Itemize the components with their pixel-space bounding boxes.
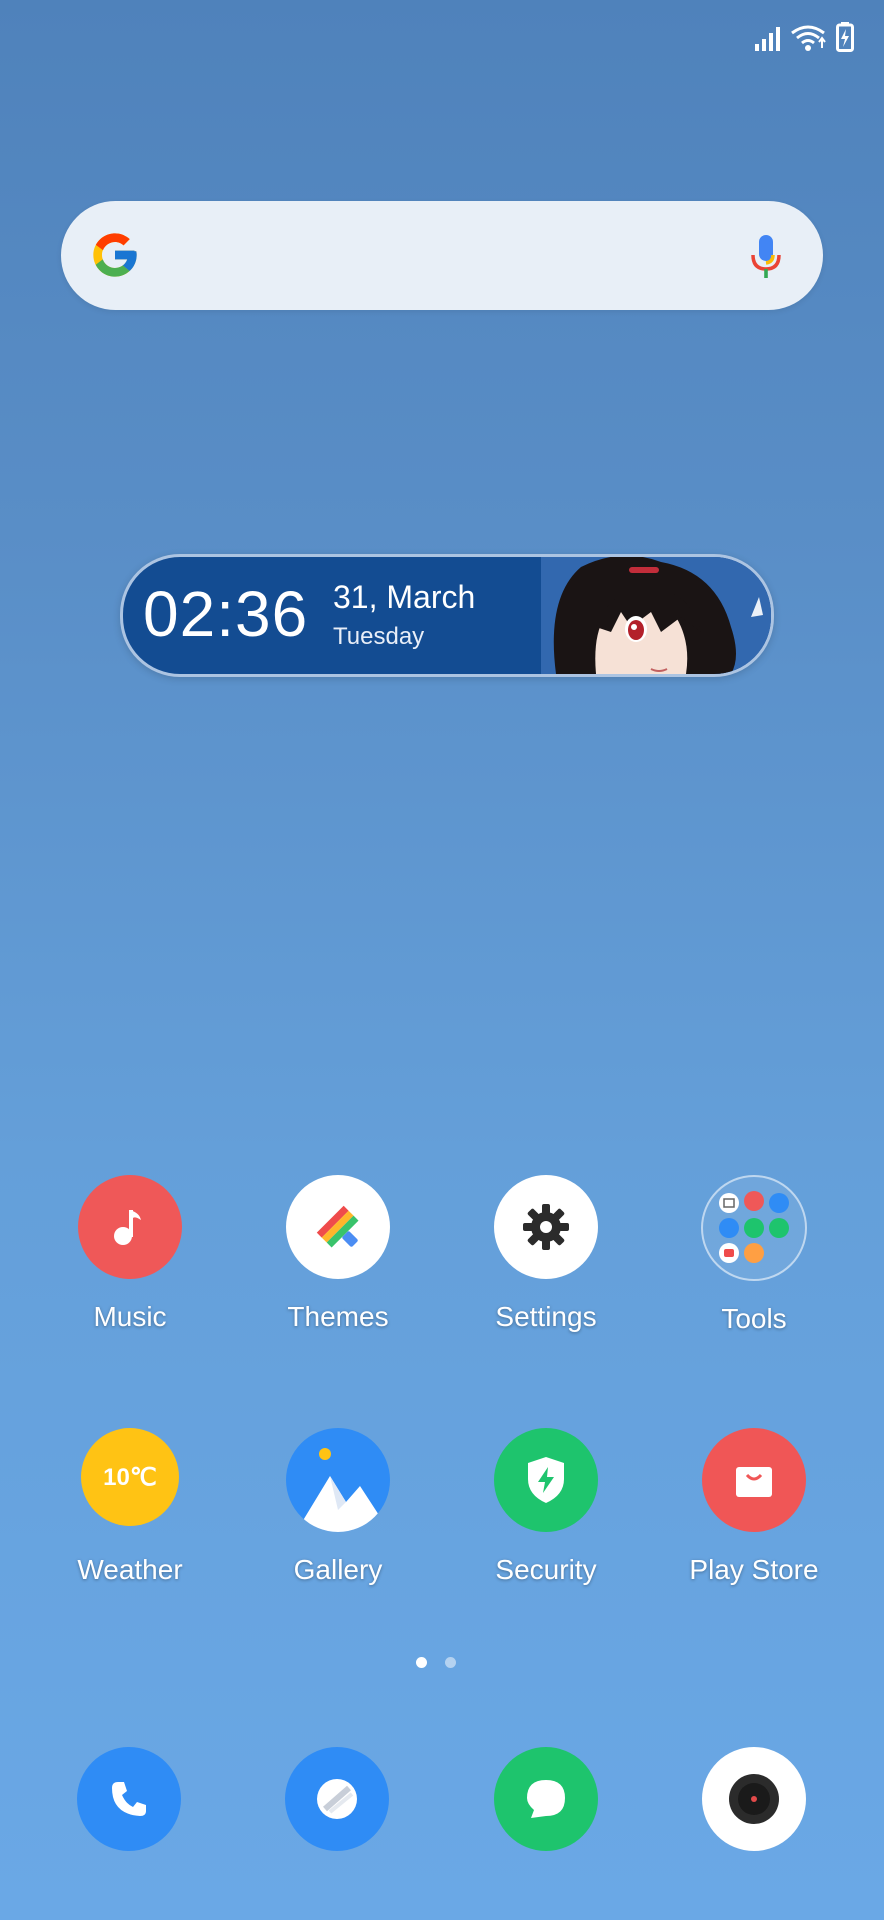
mountain-icon [286, 1428, 390, 1532]
app-music[interactable]: Music [35, 1175, 225, 1333]
mic-icon[interactable] [749, 233, 783, 281]
phone-icon [112, 1782, 146, 1816]
clock-widget[interactable]: 02:36 31, March Tuesday [120, 554, 774, 677]
camera-icon [729, 1774, 779, 1824]
app-folder-tools[interactable]: Tools [659, 1175, 849, 1335]
dock-messages[interactable] [494, 1747, 598, 1851]
app-label: Music [93, 1301, 167, 1332]
weather-temp-badge: 10℃ [103, 1463, 157, 1491]
app-label: Weather [77, 1554, 183, 1585]
folder-icon [701, 1175, 807, 1281]
status-bar [0, 0, 884, 80]
app-play-store[interactable]: Play Store [659, 1428, 849, 1586]
status-icons [754, 22, 854, 52]
clock-date: 31, March [333, 579, 476, 615]
app-label: Gallery [293, 1554, 383, 1585]
app-settings[interactable]: Settings [451, 1175, 641, 1333]
signal-icon [755, 27, 780, 51]
google-icon [93, 233, 137, 277]
app-themes[interactable]: Themes [243, 1175, 433, 1333]
shopping-bag-icon [702, 1428, 806, 1532]
google-search-bar[interactable] [61, 201, 823, 310]
app-label: Themes [287, 1301, 389, 1332]
app-security[interactable]: Security [451, 1428, 641, 1586]
browser-icon [317, 1779, 357, 1819]
dock-camera[interactable] [702, 1747, 806, 1851]
app-weather[interactable]: 10℃ Weather [35, 1428, 225, 1586]
messages-icon [527, 1780, 565, 1818]
app-label: Tools [721, 1303, 787, 1334]
shield-icon [494, 1428, 598, 1532]
weather-icon: 10℃ [81, 1428, 179, 1526]
page-indicator [416, 1657, 456, 1668]
battery-charging-icon [836, 22, 854, 52]
clock-time: 02:36 [143, 578, 309, 650]
gear-icon [494, 1175, 598, 1279]
app-gallery[interactable]: Gallery [243, 1428, 433, 1586]
anime-character-illustration [541, 557, 771, 674]
dock-phone[interactable] [77, 1747, 181, 1851]
app-label: Security [495, 1554, 597, 1585]
paint-roller-icon [286, 1175, 390, 1279]
page-dot[interactable] [445, 1657, 456, 1668]
page-dot-active[interactable] [416, 1657, 427, 1668]
wifi-icon [791, 25, 826, 51]
app-label: Settings [495, 1301, 597, 1332]
music-note-icon [78, 1175, 182, 1279]
clock-day: Tuesday [333, 623, 425, 650]
app-label: Play Store [689, 1554, 819, 1585]
dock-browser[interactable] [285, 1747, 389, 1851]
